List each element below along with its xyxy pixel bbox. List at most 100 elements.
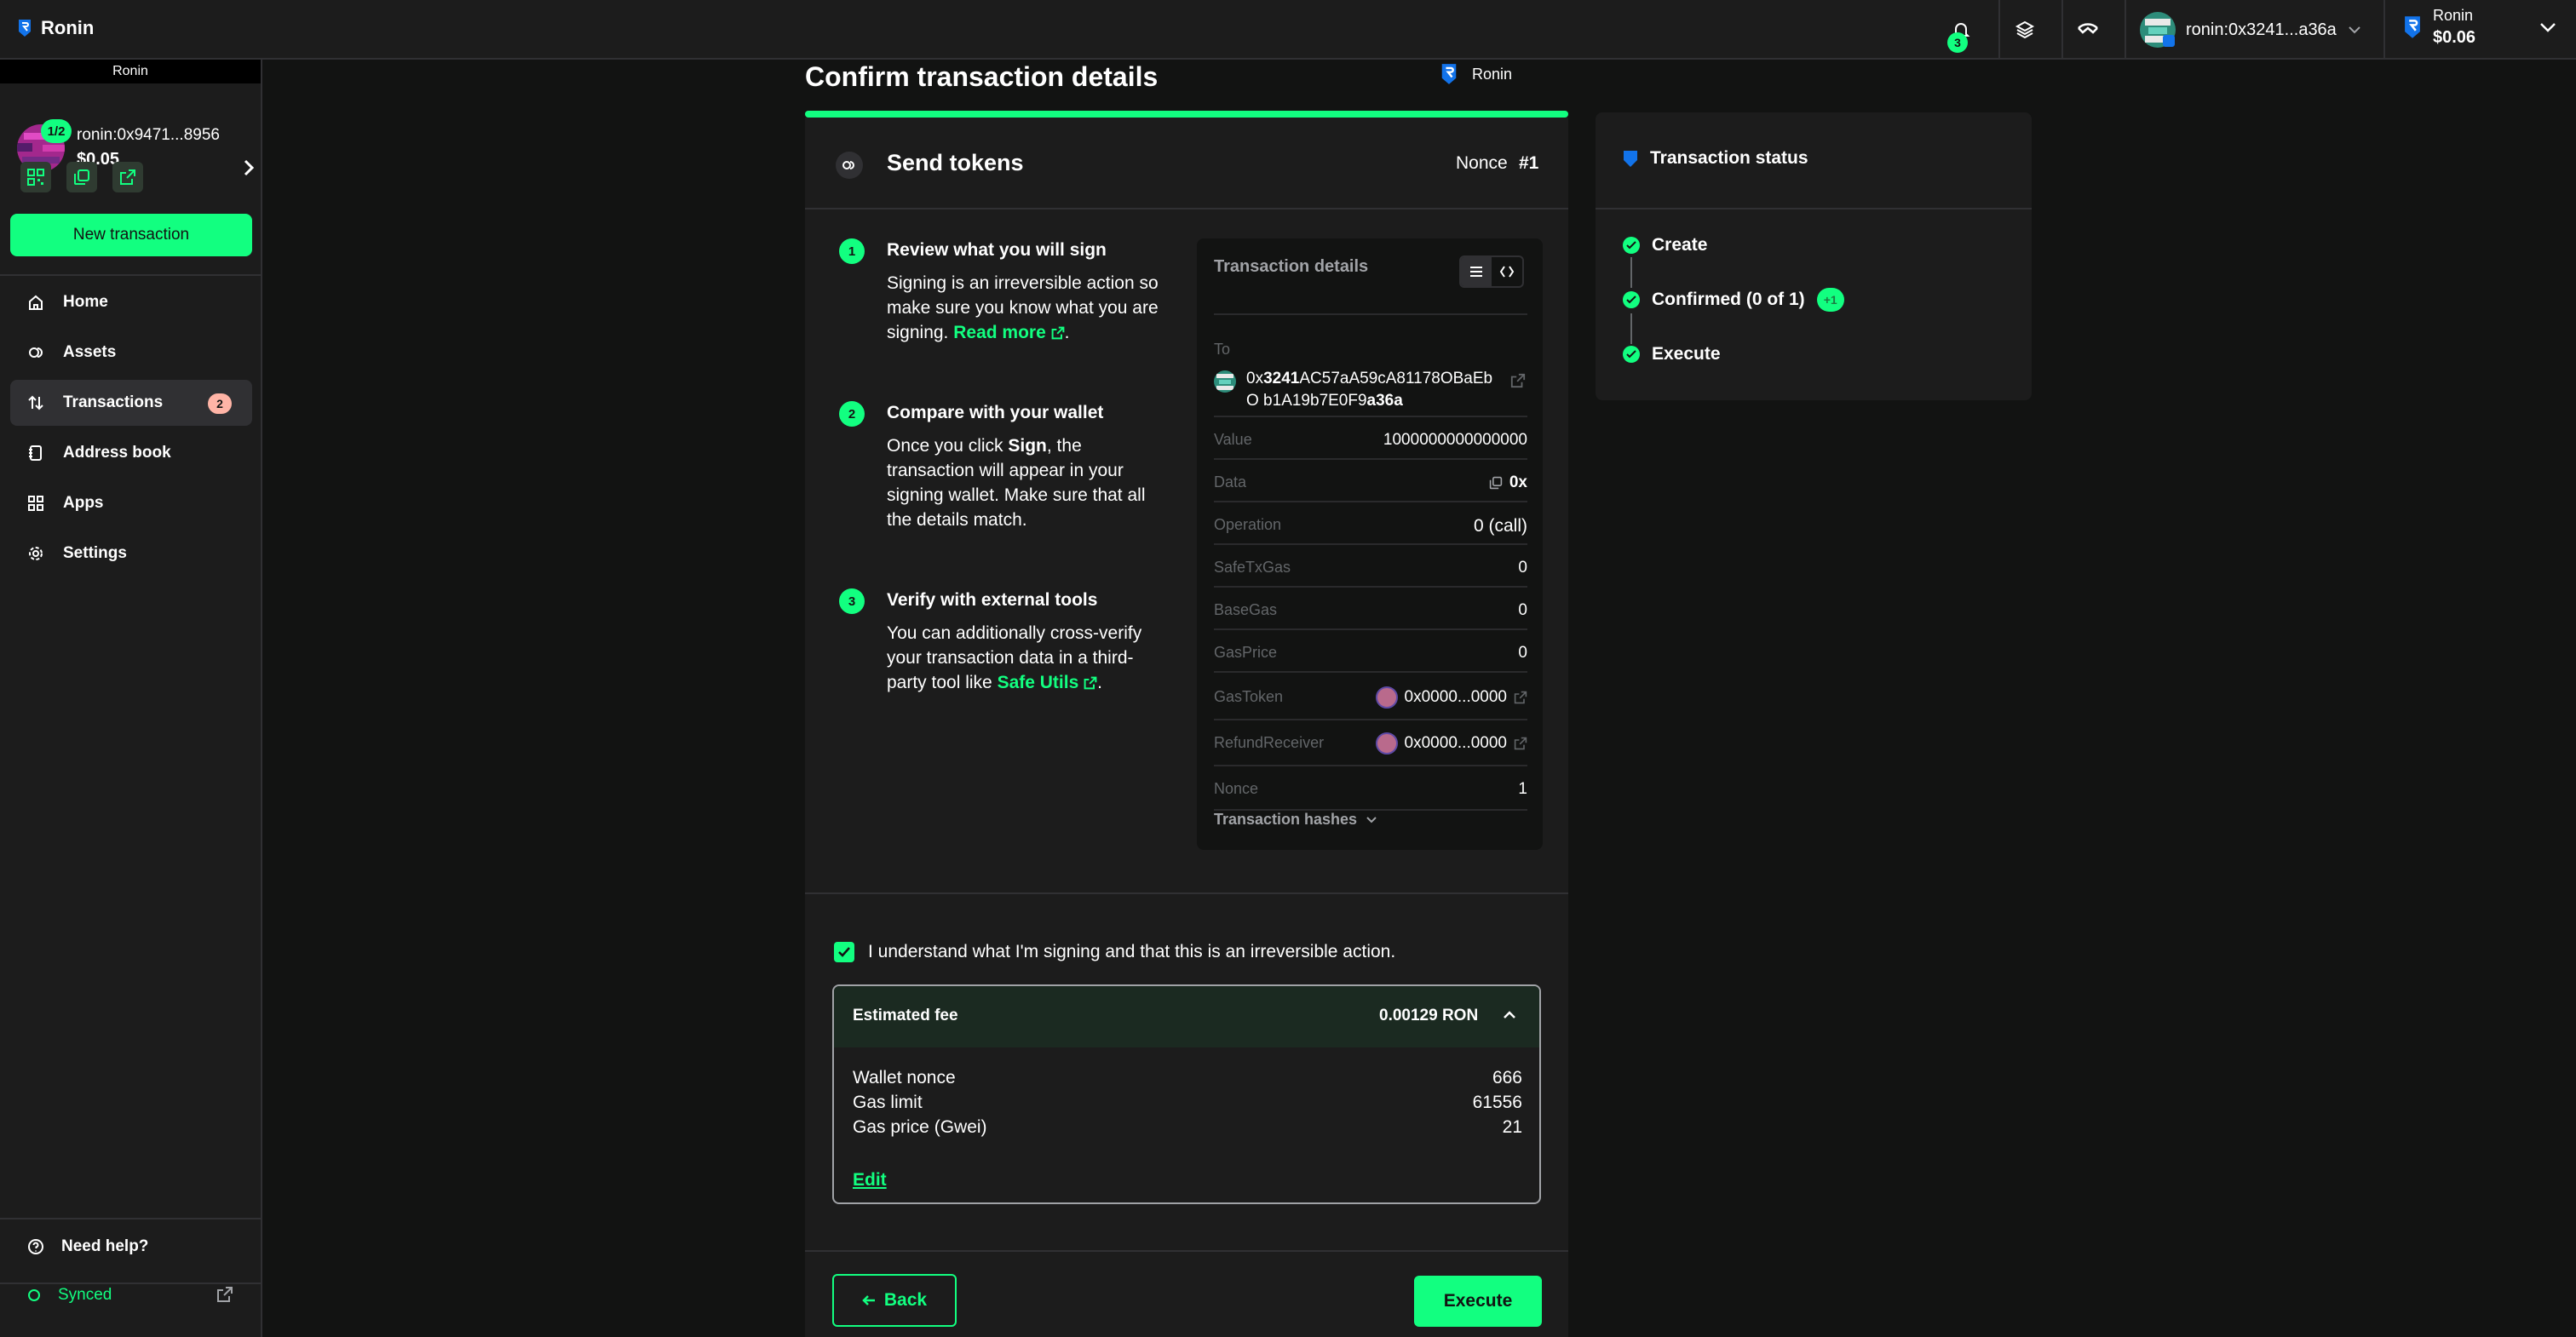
sidebar-item-label: Assets — [63, 343, 117, 361]
network-balance: $0.06 — [2433, 28, 2476, 47]
sidebar-item-settings[interactable]: Settings — [10, 531, 252, 577]
sidebar-item-transactions[interactable]: Transactions 2 — [10, 380, 252, 426]
list-view-icon[interactable] — [1461, 257, 1492, 286]
sidebar-item-address-book[interactable]: Address book — [10, 430, 252, 476]
progress-fill — [805, 111, 1568, 118]
sidebar-item-label: Address book — [63, 444, 171, 462]
sync-status: Synced — [27, 1286, 112, 1305]
transaction-hashes-toggle[interactable]: Transaction hashes — [1214, 811, 1377, 829]
confirm-checkbox-row[interactable]: I understand what I'm signing and that t… — [834, 942, 1395, 962]
step-number: 2 — [839, 401, 865, 427]
execute-button[interactable]: Execute — [1414, 1276, 1542, 1327]
detail-label: BaseGas — [1214, 601, 1278, 618]
sidebar-item-assets[interactable]: Assets — [10, 330, 252, 376]
network-name: Ronin — [2433, 7, 2474, 24]
sidebar-item-apps[interactable]: Apps — [10, 480, 252, 526]
fee-row-value: 61556 — [1472, 1093, 1522, 1112]
detail-row-data: Data 0x — [1214, 473, 1527, 502]
account-avatar — [2140, 12, 2176, 48]
ronin-logo-icon — [17, 19, 32, 37]
fee-row-label: Gas limit — [853, 1093, 923, 1112]
external-link-icon[interactable] — [1514, 691, 1527, 704]
fee-row-label: Wallet nonce — [853, 1068, 956, 1087]
step-title: Review what you will sign — [887, 240, 1107, 260]
detail-value: 1 — [1518, 780, 1527, 798]
network-selector[interactable]: Ronin $0.06 — [2402, 7, 2557, 48]
recipient-avatar — [1214, 370, 1236, 393]
copy-icon[interactable] — [66, 162, 97, 192]
confirmation-badge: +1 — [1816, 288, 1844, 312]
to-label: To — [1214, 341, 1231, 358]
connected-account[interactable]: ronin:0x3241...a36a — [2140, 12, 2362, 48]
sidebar-item-home[interactable]: Home — [10, 279, 252, 325]
step-text: Once you click — [887, 436, 1009, 456]
fee-row-gas-price: Gas price (Gwei) 21 — [853, 1117, 1522, 1138]
section-divider — [805, 892, 1568, 894]
nonce-label: Nonce — [1456, 153, 1508, 173]
code-view-icon[interactable] — [1492, 257, 1522, 286]
send-tokens-icon — [836, 152, 863, 179]
external-link-icon[interactable] — [1510, 373, 1526, 388]
details-divider — [1214, 416, 1527, 417]
details-divider — [1214, 313, 1527, 315]
sign-keyword: Sign — [1008, 436, 1047, 456]
qr-code-icon[interactable] — [20, 162, 51, 192]
safe-utils-link[interactable]: Safe Utils — [998, 673, 1098, 692]
assets-icon — [27, 344, 44, 361]
threshold-badge: 1/2 — [41, 119, 72, 143]
detail-row-basegas: BaseGas 0 — [1214, 601, 1527, 630]
chevron-down-icon — [2347, 25, 2362, 35]
status-step-execute: Execute — [1623, 344, 1721, 364]
external-link-icon — [1051, 326, 1065, 340]
fee-header[interactable]: Estimated fee 0.00129 RON — [834, 986, 1539, 1047]
read-more-link[interactable]: Read more — [953, 323, 1065, 342]
detail-value: 0 — [1518, 601, 1527, 619]
external-link-icon[interactable] — [112, 162, 143, 192]
batch-layers-icon[interactable] — [2012, 17, 2038, 43]
checkmark-icon — [838, 947, 850, 957]
external-link-icon[interactable] — [1514, 737, 1527, 750]
confirm-label: I understand what I'm signing and that t… — [868, 942, 1396, 961]
back-button[interactable]: Back — [832, 1274, 957, 1327]
hashes-label: Transaction hashes — [1214, 811, 1358, 828]
new-transaction-button[interactable]: New transaction — [10, 214, 252, 256]
pending-count-badge: 2 — [208, 393, 232, 414]
copy-icon[interactable] — [1489, 476, 1503, 490]
detail-value: 0 (call) — [1473, 516, 1527, 536]
transaction-header: Send tokens Nonce #1 — [805, 118, 1568, 209]
step-title: Compare with your wallet — [887, 403, 1104, 422]
detail-row-nonce: Nonce 1 — [1214, 780, 1527, 811]
chevron-right-icon[interactable] — [242, 158, 256, 177]
step-title: Verify with external tools — [887, 590, 1098, 610]
header-divider — [1998, 0, 2000, 60]
external-link-icon — [1084, 676, 1097, 690]
status-step-label: Execute — [1652, 344, 1721, 364]
sidebar-item-label: Transactions — [63, 393, 164, 411]
confirm-checkbox[interactable] — [834, 942, 854, 962]
step-body: Once you click Sign, the transaction wil… — [887, 433, 1159, 532]
detail-value: 0x0000...0000 — [1375, 732, 1527, 755]
edit-fee-link[interactable]: Edit — [853, 1170, 887, 1191]
detail-row-gasprice: GasPrice 0 — [1214, 644, 1527, 673]
arrow-left-icon — [862, 1295, 875, 1305]
step-text: . — [1064, 323, 1070, 342]
check-circle-icon — [1623, 237, 1640, 254]
safe-actions — [20, 162, 143, 192]
external-link-icon[interactable] — [216, 1286, 233, 1303]
detail-value: 0x0000...0000 — [1375, 686, 1527, 709]
detail-value: 1000000000000000 — [1383, 431, 1527, 449]
sidebar-item-label: Apps — [63, 494, 104, 512]
step-body: Signing is an irreversible action so mak… — [887, 271, 1159, 345]
sidebar-divider — [0, 1282, 262, 1284]
walletconnect-icon[interactable] — [2075, 17, 2101, 43]
detail-label: Value — [1214, 431, 1252, 448]
brand[interactable]: Ronin — [17, 17, 94, 39]
transaction-card: Send tokens Nonce #1 1 Review what you w… — [805, 118, 1568, 1337]
sync-indicator-icon — [27, 1288, 41, 1302]
chain-name: Ronin — [1472, 65, 1513, 83]
detail-row-gastoken: GasToken 0x0000...0000 — [1214, 686, 1527, 720]
status-step-create: Create — [1623, 235, 1707, 255]
help-link[interactable]: Need help? — [27, 1237, 148, 1256]
detail-row-value: Value 1000000000000000 — [1214, 431, 1527, 460]
address-part: a36a — [1366, 392, 1403, 410]
